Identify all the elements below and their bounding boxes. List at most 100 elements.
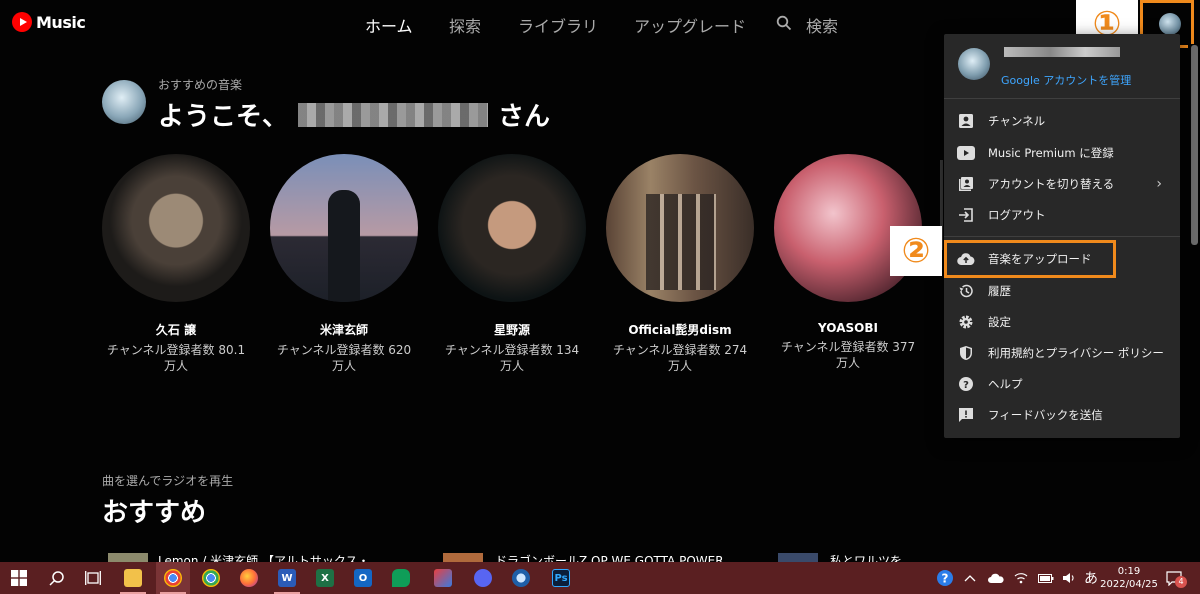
nav-explore[interactable]: 探索 bbox=[449, 13, 481, 37]
menu-item-help[interactable]: ? ヘルプ bbox=[944, 368, 1180, 399]
taskbar-outlook[interactable]: O bbox=[346, 562, 380, 594]
recommended-subtitle: 曲を選んでラジオを再生 bbox=[102, 474, 234, 488]
menu-item-label: 履歴 bbox=[988, 283, 1011, 298]
artist-name: Official髭男dism bbox=[628, 323, 732, 337]
redacted-username bbox=[1004, 47, 1120, 57]
chevron-up-icon[interactable] bbox=[964, 562, 976, 594]
pixelated-username bbox=[298, 102, 489, 127]
menu-item-label: チャンネル bbox=[988, 113, 1046, 128]
artist-subscribers: チャンネル登録者数 134万人 bbox=[444, 343, 580, 373]
menu-item-history[interactable]: 履歴 bbox=[944, 275, 1180, 306]
app-icon bbox=[434, 569, 452, 587]
welcome-greeting: ようこそ、 bbox=[158, 102, 289, 132]
avatar bbox=[102, 80, 146, 124]
start-button[interactable] bbox=[2, 562, 36, 594]
callout-number-2: ② bbox=[890, 226, 942, 276]
play-logo-icon bbox=[12, 12, 32, 32]
taskbar-app[interactable] bbox=[426, 562, 460, 594]
callout-box-2 bbox=[944, 240, 1116, 278]
volume-icon[interactable] bbox=[1062, 562, 1076, 594]
nav-home[interactable]: ホーム bbox=[365, 13, 413, 37]
manage-account-link[interactable]: Google アカウントを管理 bbox=[1001, 72, 1131, 88]
onedrive-icon[interactable] bbox=[988, 562, 1004, 594]
gear-icon bbox=[957, 313, 975, 331]
menu-item-label: ログアウト bbox=[988, 207, 1046, 222]
logo-text: Music bbox=[36, 12, 86, 32]
taskbar-hangouts[interactable] bbox=[384, 562, 418, 594]
artist-name: 星野源 bbox=[493, 323, 530, 337]
taskbar-search-button[interactable] bbox=[40, 562, 74, 594]
taskbar-word[interactable]: W bbox=[270, 562, 304, 594]
menu-item-logout[interactable]: ログアウト bbox=[944, 199, 1180, 230]
search-icon[interactable] bbox=[776, 15, 792, 31]
menu-item-settings[interactable]: 設定 bbox=[944, 306, 1180, 337]
account-avatar-button[interactable] bbox=[1159, 13, 1181, 35]
excel-icon: X bbox=[316, 569, 334, 587]
menu-item-channel[interactable]: チャンネル bbox=[944, 105, 1180, 136]
taskbar-photoshop[interactable]: Ps bbox=[544, 562, 578, 594]
clock-time: 0:19 bbox=[1117, 566, 1141, 577]
welcome-suffix: さん bbox=[498, 102, 551, 132]
menu-item-label: アカウントを切り替える bbox=[988, 176, 1115, 191]
search-icon bbox=[49, 571, 64, 586]
menu-item-feedback[interactable]: フィードバックを送信 bbox=[944, 399, 1180, 430]
menu-divider bbox=[944, 98, 1180, 99]
word-icon: W bbox=[278, 569, 296, 587]
battery-icon[interactable] bbox=[1038, 562, 1054, 594]
channel-icon bbox=[957, 112, 975, 130]
artist-card[interactable]: 星野源 チャンネル登録者数 134万人 bbox=[437, 154, 587, 374]
task-view-button[interactable] bbox=[76, 562, 110, 594]
chrome-icon bbox=[202, 569, 220, 587]
shield-icon bbox=[957, 344, 975, 362]
artist-name: 久石 譲 bbox=[155, 323, 197, 337]
artist-photo bbox=[438, 154, 586, 302]
help-icon: ? bbox=[937, 570, 953, 586]
artist-subscribers: チャンネル登録者数 620万人 bbox=[276, 343, 412, 373]
artist-name: YOASOBI bbox=[818, 321, 878, 335]
wifi-icon[interactable] bbox=[1014, 562, 1028, 594]
notification-badge: 4 bbox=[1175, 576, 1187, 588]
svg-text:?: ? bbox=[942, 572, 949, 586]
ime-indicator[interactable]: あ bbox=[1084, 562, 1098, 594]
artist-card[interactable]: Official髭男dism チャンネル登録者数 274万人 bbox=[605, 154, 755, 374]
menu-item-label: 設定 bbox=[988, 314, 1011, 329]
taskbar-firefox[interactable] bbox=[232, 562, 266, 594]
chat-icon bbox=[392, 569, 410, 587]
artist-card[interactable]: 久石 譲 チャンネル登録者数 80.1万人 bbox=[101, 154, 251, 374]
youtube-icon bbox=[957, 144, 975, 162]
svg-text:?: ? bbox=[963, 380, 969, 391]
welcome-subtitle: おすすめの音楽 bbox=[158, 78, 243, 92]
menu-item-switch-account[interactable]: アカウントを切り替える › bbox=[944, 168, 1180, 199]
welcome-heading: ようこそ、 さん bbox=[158, 96, 550, 133]
taskbar-excel[interactable]: X bbox=[308, 562, 342, 594]
artist-subscribers: チャンネル登録者数 377万人 bbox=[780, 340, 916, 370]
artist-subscribers: チャンネル登録者数 80.1万人 bbox=[106, 343, 246, 373]
taskbar-discord[interactable] bbox=[466, 562, 500, 594]
task-view-icon bbox=[85, 571, 101, 585]
help-tray-button[interactable]: ? bbox=[936, 562, 954, 594]
artist-photo bbox=[102, 154, 250, 302]
artist-photo bbox=[606, 154, 754, 302]
chrome-icon bbox=[164, 569, 182, 587]
artist-name: 米津玄師 bbox=[319, 323, 368, 337]
nav-library[interactable]: ライブラリ bbox=[518, 13, 598, 37]
taskbar-file-explorer[interactable] bbox=[116, 562, 150, 594]
folder-icon bbox=[124, 569, 142, 587]
taskbar-app2[interactable] bbox=[504, 562, 538, 594]
youtube-music-logo[interactable]: Music bbox=[12, 12, 86, 32]
firefox-icon bbox=[240, 569, 258, 587]
taskbar-chrome[interactable] bbox=[194, 562, 228, 594]
artist-card[interactable]: 米津玄師 チャンネル登録者数 620万人 bbox=[269, 154, 419, 374]
discord-icon bbox=[474, 569, 492, 587]
menu-item-label: ヘルプ bbox=[988, 376, 1023, 391]
windows-icon bbox=[11, 570, 27, 586]
menu-item-terms-privacy[interactable]: 利用規約とプライバシー ポリシー bbox=[944, 337, 1180, 368]
taskbar-chrome-active[interactable] bbox=[156, 562, 190, 594]
scrollbar-thumb[interactable] bbox=[1191, 45, 1198, 245]
taskbar-clock[interactable]: 0:19 2022/04/25 bbox=[1100, 565, 1158, 591]
menu-item-premium[interactable]: Music Premium に登録 bbox=[944, 137, 1180, 168]
nav-upgrade[interactable]: アップグレード bbox=[634, 13, 746, 37]
outlook-icon: O bbox=[354, 569, 372, 587]
nav-search[interactable]: 検索 bbox=[806, 13, 838, 37]
switch-account-icon bbox=[957, 175, 975, 193]
